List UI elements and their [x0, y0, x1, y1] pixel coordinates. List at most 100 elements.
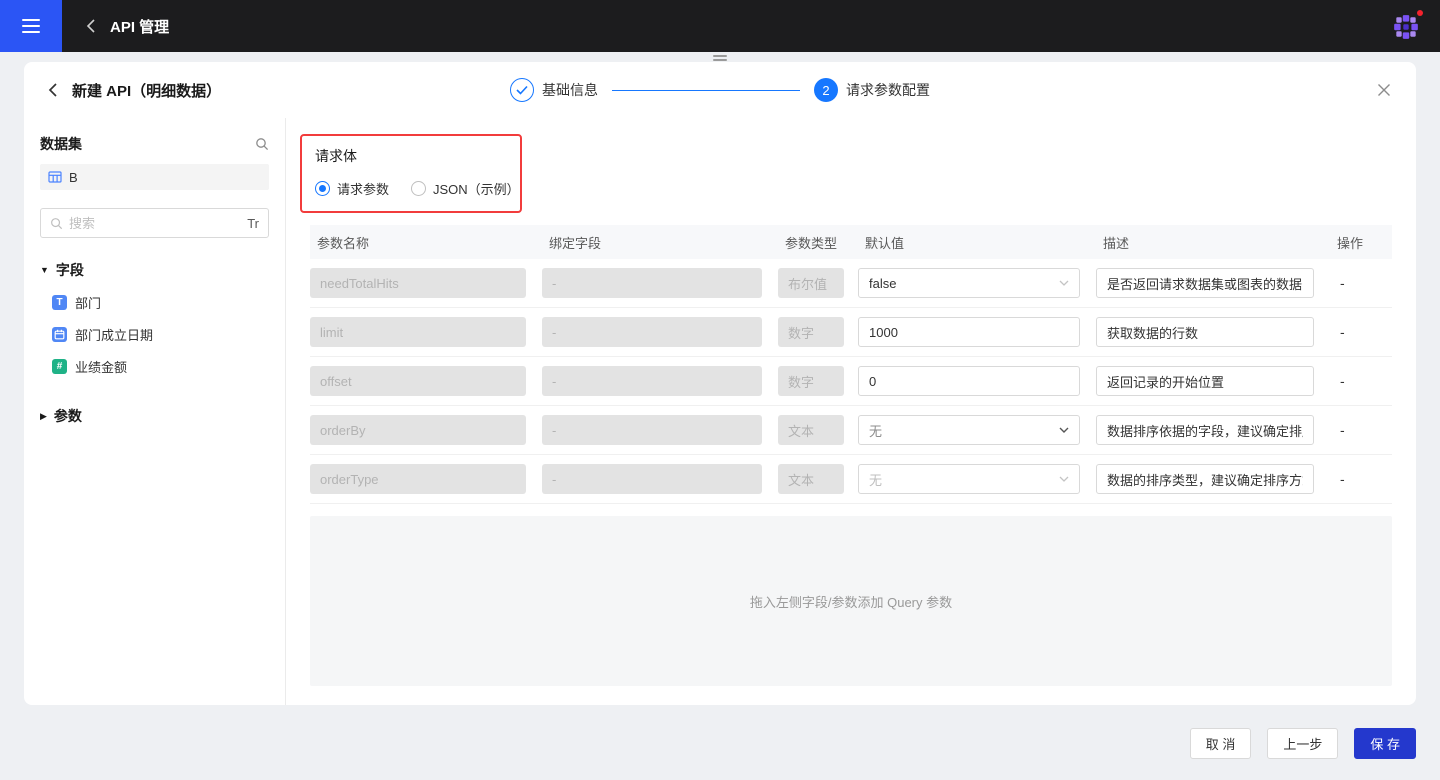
request-body-group: 请求体 请求参数 JSON（示例）	[300, 134, 522, 213]
dataset-label: 数据集	[40, 134, 82, 154]
radio-label: 请求参数	[337, 179, 389, 198]
search-icon	[50, 217, 63, 230]
step-check-icon	[510, 78, 534, 102]
field-label: 部门成立日期	[75, 325, 153, 344]
default-value-select[interactable]: 无	[858, 415, 1080, 445]
dataset-table-icon	[48, 170, 62, 184]
topbar: API 管理	[0, 0, 1440, 52]
step-label: 请求参数配置	[846, 80, 930, 100]
col-description: 描述	[1096, 233, 1330, 252]
dataset-item[interactable]: B	[40, 164, 269, 190]
bind-field-input	[542, 464, 762, 494]
col-param-name: 参数名称	[310, 233, 542, 252]
bind-field-input	[542, 366, 762, 396]
param-name-input	[310, 268, 526, 298]
param-table-header: 参数名称 绑定字段 参数类型 默认值 描述 操作	[310, 225, 1392, 259]
row-action: -	[1330, 373, 1392, 389]
default-value-input[interactable]	[858, 317, 1080, 347]
default-value-select[interactable]: 无	[858, 464, 1080, 494]
field-search-input[interactable]	[69, 216, 241, 231]
fields-section-label: 字段	[56, 260, 84, 280]
description-input[interactable]	[1096, 464, 1314, 494]
caret-right-icon: ▶	[40, 411, 47, 422]
col-action: 操作	[1330, 233, 1392, 252]
param-type-input	[778, 268, 844, 298]
query-param-dropzone[interactable]: 拖入左侧字段/参数添加 Query 参数	[310, 516, 1392, 686]
param-type-input	[778, 415, 844, 445]
param-row-offset: -	[310, 357, 1392, 406]
field-item-performance-amount[interactable]: # 业绩金额	[52, 357, 269, 376]
param-name-input	[310, 366, 526, 396]
fields-section-header[interactable]: ▼ 字段	[40, 260, 269, 280]
col-default-value: 默认值	[858, 233, 1096, 252]
field-label: 业绩金额	[75, 357, 127, 376]
step-number: 2	[814, 78, 838, 102]
row-action: -	[1330, 471, 1392, 487]
previous-step-button[interactable]: 上一步	[1267, 728, 1338, 759]
text-field-icon: T	[52, 295, 67, 310]
param-name-input	[310, 415, 526, 445]
topbar-title: API 管理	[110, 16, 169, 37]
dataset-name: B	[69, 170, 78, 185]
hamburger-menu-button[interactable]	[0, 0, 62, 52]
description-input[interactable]	[1096, 366, 1314, 396]
dialog-header: 新建 API（明细数据） 基础信息 2 请求参数配置	[24, 62, 1416, 118]
param-name-input	[310, 317, 526, 347]
default-value-select[interactable]: false	[858, 268, 1080, 298]
radio-json-example[interactable]: JSON（示例）	[411, 179, 520, 198]
radio-unselected-icon	[411, 181, 426, 196]
number-field-icon: #	[52, 359, 67, 374]
chevron-down-icon	[1059, 280, 1069, 286]
step-connector	[612, 90, 800, 91]
bind-field-input	[542, 317, 762, 347]
dialog-title: 新建 API（明细数据）	[72, 80, 221, 101]
param-row-limit: -	[310, 308, 1392, 357]
dataset-sidebar: 数据集 B Tr ▼ 字段	[24, 118, 286, 705]
row-action: -	[1330, 275, 1392, 291]
notification-dot	[1417, 10, 1423, 16]
save-button[interactable]: 保 存	[1354, 728, 1416, 759]
request-body-label: 请求体	[315, 146, 507, 166]
close-icon[interactable]	[1376, 82, 1392, 98]
row-action: -	[1330, 324, 1392, 340]
params-section-header[interactable]: ▶ 参数	[40, 406, 269, 426]
caret-down-icon: ▼	[40, 265, 49, 275]
radio-label: JSON（示例）	[433, 179, 520, 198]
request-config-content: 请求体 请求参数 JSON（示例） 参数名称 绑定字段 参数类型 默	[286, 118, 1416, 705]
param-row-orderType: 无 -	[310, 455, 1392, 504]
dialog-back-icon[interactable]	[48, 82, 58, 98]
radio-selected-icon	[315, 181, 330, 196]
field-item-founding-date[interactable]: 部门成立日期	[52, 325, 269, 344]
chevron-down-icon	[1059, 427, 1069, 433]
description-input[interactable]	[1096, 317, 1314, 347]
field-label: 部门	[75, 293, 101, 312]
param-type-input	[778, 317, 844, 347]
dialog-footer: 取 消 上一步 保 存	[1190, 728, 1416, 759]
cancel-button[interactable]: 取 消	[1190, 728, 1252, 759]
field-search-box: Tr	[40, 208, 269, 238]
app-logo-icon[interactable]	[1392, 13, 1420, 41]
step-label: 基础信息	[542, 80, 598, 100]
bind-field-input	[542, 268, 762, 298]
param-name-input	[310, 464, 526, 494]
radio-request-params[interactable]: 请求参数	[315, 179, 389, 198]
topbar-back-icon[interactable]	[86, 18, 96, 34]
default-value-input[interactable]	[858, 366, 1080, 396]
step-indicator: 基础信息 2 请求参数配置	[510, 78, 930, 102]
params-section-label: 参数	[54, 406, 82, 426]
row-action: -	[1330, 422, 1392, 438]
dataset-search-icon[interactable]	[255, 137, 269, 151]
col-bind-field: 绑定字段	[542, 233, 778, 252]
step-basic-info: 基础信息	[510, 78, 598, 102]
param-row-needTotalHits: false -	[310, 259, 1392, 308]
param-row-orderBy: 无 -	[310, 406, 1392, 455]
new-api-dialog: 新建 API（明细数据） 基础信息 2 请求参数配置 数据集	[24, 62, 1416, 705]
text-case-filter-icon[interactable]: Tr	[247, 216, 259, 231]
step-request-params: 2 请求参数配置	[814, 78, 930, 102]
field-item-department[interactable]: T 部门	[52, 293, 269, 312]
param-type-input	[778, 464, 844, 494]
description-input[interactable]	[1096, 268, 1314, 298]
col-param-type: 参数类型	[778, 233, 858, 252]
description-input[interactable]	[1096, 415, 1314, 445]
bind-field-input	[542, 415, 762, 445]
